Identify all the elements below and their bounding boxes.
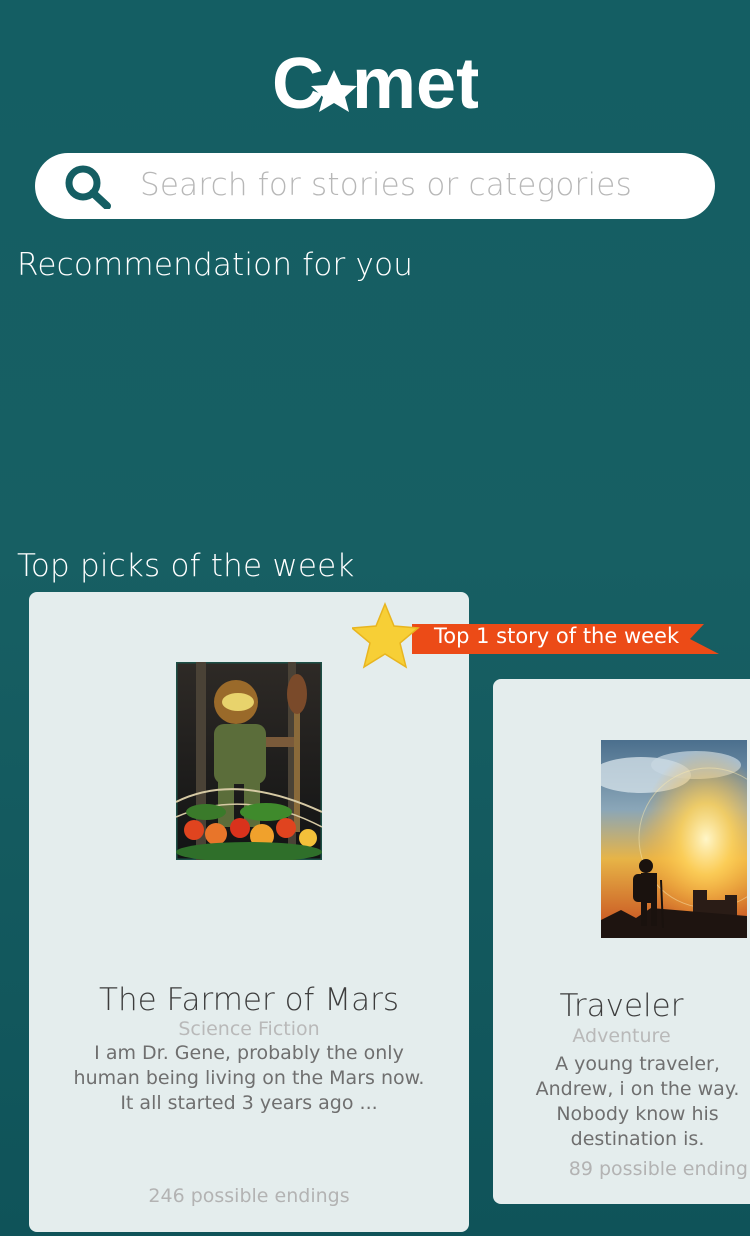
story-title: Traveler (559, 988, 684, 1024)
story-title: The Farmer of Mars (99, 982, 399, 1018)
story-description: A young traveler, Andrew, i on the way. … (535, 1053, 740, 1150)
story-cover-image (176, 662, 322, 860)
svg-text:met: met (352, 48, 478, 120)
search-placeholder: Search for stories or categories (140, 167, 632, 203)
story-category: Science Fiction (178, 1018, 320, 1040)
story-category: Adventure (572, 1025, 671, 1047)
story-card-farmer-of-mars[interactable]: The Farmer of Mars Science Fiction I am … (29, 592, 469, 1232)
story-description: I am Dr. Gene, probably the only human b… (73, 1042, 425, 1114)
story-endings-count: 89 possible ending (568, 1158, 748, 1180)
recommendation-title: Recommendation for you (17, 247, 414, 283)
svg-text:C: C (272, 48, 324, 120)
story-card-traveler[interactable]: Traveler Adventure A young traveler, And… (493, 679, 750, 1204)
story-endings-count: 246 possible endings (148, 1185, 350, 1207)
star-icon (352, 602, 420, 669)
top-story-badge-label: Top 1 story of the week (434, 624, 680, 648)
app-logo: C met (272, 48, 478, 120)
top-picks-title: Top picks of the week (17, 548, 355, 584)
search-icon (63, 163, 117, 210)
search-bar[interactable]: Search for stories or categories (35, 153, 715, 219)
story-cover-image (601, 740, 747, 938)
top-story-badge: Top 1 story of the week (352, 602, 722, 674)
